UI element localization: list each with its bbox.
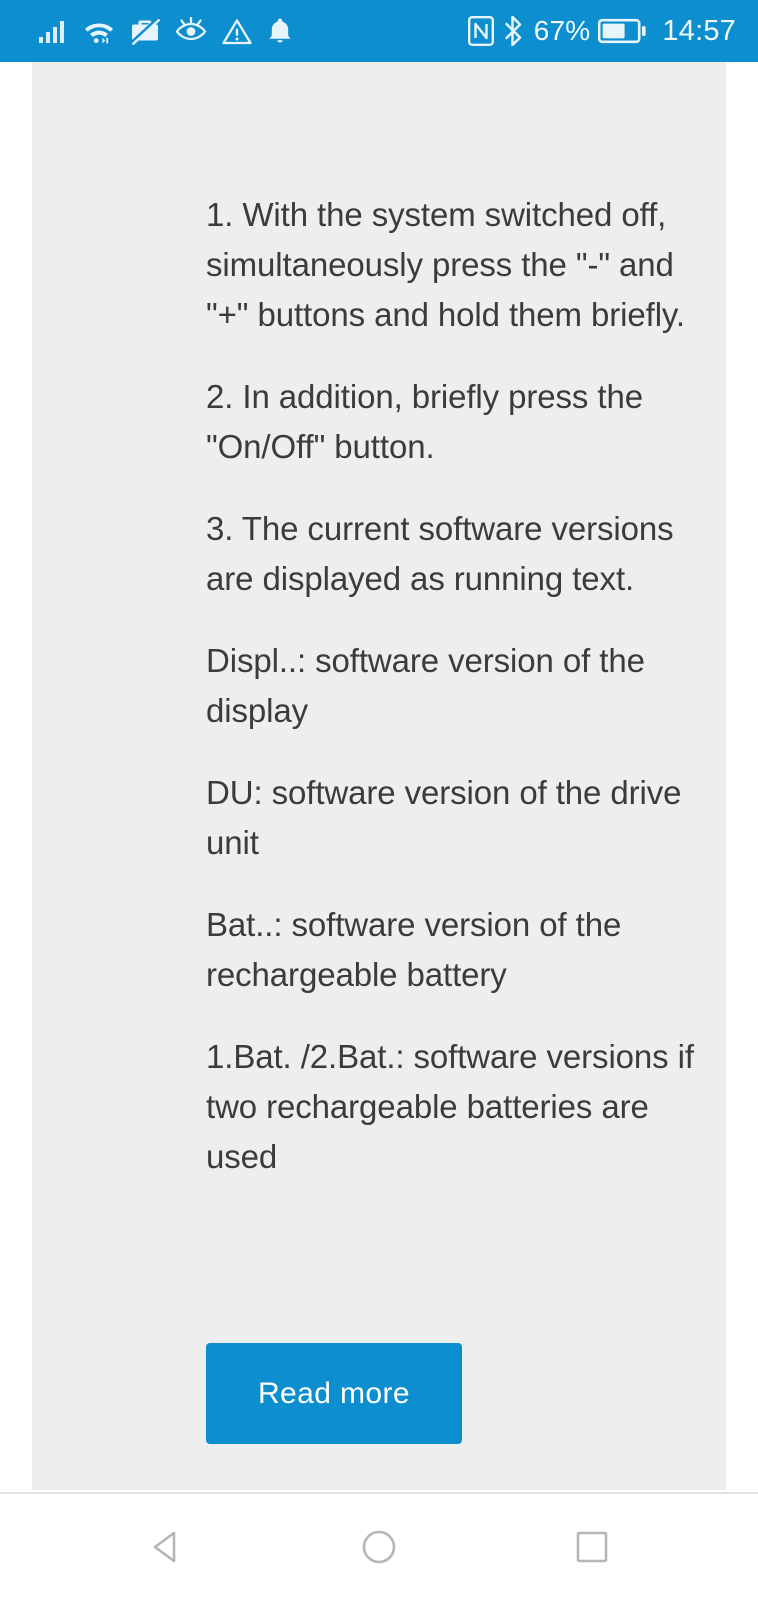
bluetooth-icon: [502, 16, 524, 46]
battery-icon: [598, 18, 647, 44]
nav-back-button[interactable]: [121, 1507, 211, 1587]
status-bar: 67% 14:57: [0, 0, 758, 62]
android-navigation-bar: [0, 1492, 758, 1600]
legend-dual-battery-version: 1.Bat. /2.Bat.: software versions if two…: [206, 1038, 694, 1175]
instruction-paragraph-2: 2. In addition, briefly press the "On/Of…: [206, 378, 643, 465]
instructions-block: 1. With the system switched off, simulta…: [206, 190, 696, 1182]
work-profile-off-icon: [130, 17, 160, 45]
status-bar-left-icons: [38, 17, 293, 45]
legend-battery-version: Bat..: software version of the rechargea…: [206, 906, 622, 993]
instruction-paragraph-3: 3. The current software versions are dis…: [206, 510, 674, 597]
content-card: 1. With the system switched off, simulta…: [32, 62, 726, 1490]
clock-label: 14:57: [662, 14, 736, 47]
nfc-icon: [467, 16, 494, 46]
read-more-button[interactable]: Read more: [206, 1343, 462, 1444]
phone-screen: 67% 14:57 1. With the system switched of…: [0, 0, 758, 1600]
nav-recents-button[interactable]: [547, 1507, 637, 1587]
wifi-icon: [83, 18, 115, 45]
home-circle-icon: [357, 1525, 401, 1569]
page-body: 1. With the system switched off, simulta…: [0, 62, 758, 1492]
status-bar-right-icons: 67% 14:57: [467, 14, 736, 47]
warning-triangle-icon: [222, 18, 252, 45]
recents-square-icon: [570, 1525, 614, 1569]
instruction-paragraph-1: 1. With the system switched off, simulta…: [206, 196, 685, 333]
legend-drive-unit-version: DU: software version of the drive unit: [206, 774, 682, 861]
back-triangle-icon: [144, 1525, 188, 1569]
legend-display-version: Displ..: software version of the display: [206, 642, 645, 729]
nav-home-button[interactable]: [334, 1507, 424, 1587]
battery-percent-label: 67%: [533, 15, 591, 46]
notification-bell-icon: [267, 17, 293, 45]
read-more-button-container: Read more: [206, 1343, 462, 1444]
eye-comfort-icon: [175, 17, 207, 45]
signal-bars-icon: [38, 18, 68, 44]
